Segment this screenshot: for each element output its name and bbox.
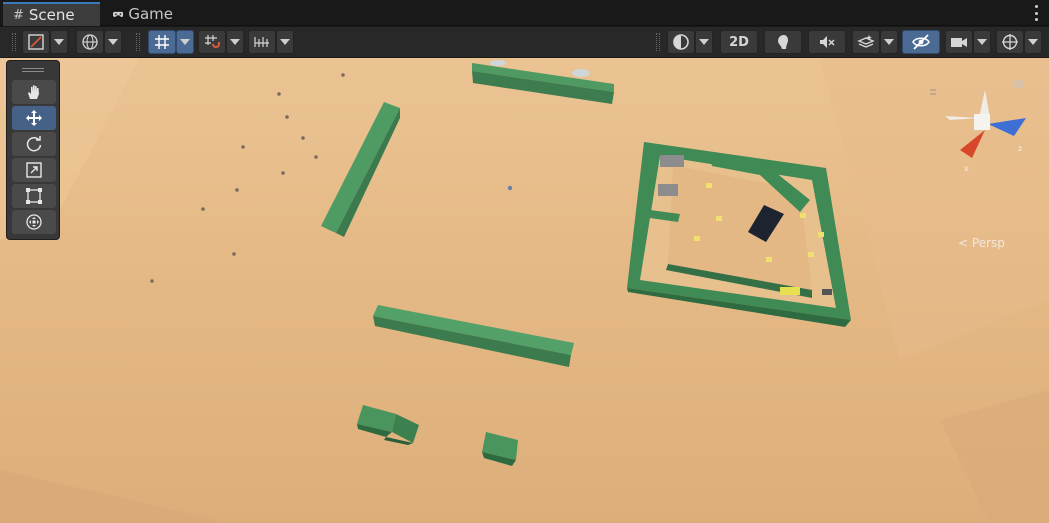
hand-icon xyxy=(28,85,39,99)
camera-dropdown[interactable] xyxy=(973,30,991,54)
orientation-gizmo[interactable]: x z xyxy=(930,78,1040,198)
sphere-icon xyxy=(673,34,689,50)
global-local-button[interactable] xyxy=(76,30,104,54)
scale-tool-button[interactable] xyxy=(12,158,56,182)
axis-z-label: z xyxy=(1018,144,1022,153)
chevron-down-icon xyxy=(1028,39,1038,45)
rect-tool-button[interactable] xyxy=(12,184,56,208)
rect-transform-icon xyxy=(26,188,42,204)
gizmos-icon xyxy=(1002,34,1018,50)
rotate-icon xyxy=(26,136,42,152)
scale-icon xyxy=(26,162,42,178)
grid-snap-icon xyxy=(155,35,169,49)
chevron-down-icon xyxy=(884,39,894,45)
ruler-icon xyxy=(254,37,269,47)
lighting-icon xyxy=(778,35,788,49)
magnet-grid-icon xyxy=(205,35,220,48)
effects-dropdown[interactable] xyxy=(880,30,898,54)
effects-button[interactable] xyxy=(852,30,880,54)
scene-render[interactable] xyxy=(0,58,1049,523)
hand-tool-button[interactable] xyxy=(12,80,56,104)
axis-y-cone[interactable] xyxy=(979,90,990,118)
camera-icon xyxy=(951,38,967,47)
tool-palette xyxy=(6,60,60,240)
draw-mode-button[interactable] xyxy=(22,30,50,54)
chevron-down-icon xyxy=(977,39,987,45)
ruler-button[interactable] xyxy=(248,30,276,54)
effects-layers-icon xyxy=(857,35,875,48)
palette-drag-handle[interactable] xyxy=(11,65,55,75)
tab-scene[interactable]: # Scene xyxy=(3,2,100,26)
tab-game[interactable]: Game xyxy=(103,2,183,26)
transform-tool-button[interactable] xyxy=(12,210,56,234)
grid-snapping-dropdown[interactable] xyxy=(176,30,194,54)
tab-bar: # Scene Game xyxy=(0,0,1049,26)
scene-viewport[interactable]: x z < Persp xyxy=(0,58,1049,523)
increment-snap-dropdown[interactable] xyxy=(226,30,244,54)
grid-snapping-button[interactable] xyxy=(148,30,176,54)
shading-mode-dropdown[interactable] xyxy=(695,30,713,54)
toolbar-grip xyxy=(656,33,660,51)
more-options-icon[interactable] xyxy=(1033,5,1039,21)
gizmos-dropdown[interactable] xyxy=(1024,30,1042,54)
camera-button[interactable] xyxy=(945,30,973,54)
shading-mode-button[interactable] xyxy=(667,30,695,54)
tab-game-label: Game xyxy=(128,5,173,23)
lighting-toggle-button[interactable] xyxy=(764,30,802,54)
projection-label[interactable]: < Persp xyxy=(958,236,1005,250)
eye-hidden-icon xyxy=(912,34,930,50)
ruler-dropdown[interactable] xyxy=(276,30,294,54)
axis-neg-x-cone[interactable] xyxy=(945,116,979,120)
tab-scene-label: Scene xyxy=(28,6,75,24)
chevron-down-icon xyxy=(180,39,190,45)
chevron-down-icon xyxy=(54,39,64,45)
axis-z-cone[interactable] xyxy=(988,118,1026,136)
chevron-down-icon xyxy=(108,39,118,45)
scene-toolbar: 2D xyxy=(0,27,1049,58)
global-local-dropdown[interactable] xyxy=(104,30,122,54)
speaker-muted-icon xyxy=(820,36,835,48)
hash-icon: # xyxy=(13,7,24,23)
rotate-tool-button[interactable] xyxy=(12,132,56,156)
scene-visibility-button[interactable] xyxy=(902,30,940,54)
2d-toggle-button[interactable]: 2D xyxy=(720,30,758,54)
chevron-down-icon xyxy=(699,39,709,45)
axis-x-label: x xyxy=(964,164,969,173)
chevron-down-icon xyxy=(280,39,290,45)
toolbar-grip xyxy=(12,33,16,51)
gamepad-icon xyxy=(113,11,124,17)
gizmos-button[interactable] xyxy=(996,30,1024,54)
chevron-down-icon xyxy=(230,39,240,45)
draw-mode-dropdown[interactable] xyxy=(50,30,68,54)
audio-toggle-button[interactable] xyxy=(808,30,846,54)
increment-snap-button[interactable] xyxy=(198,30,226,54)
transform-icon xyxy=(26,214,42,230)
draw-mode-icon xyxy=(28,34,44,50)
move-tool-button[interactable] xyxy=(12,106,56,130)
axis-x-cone[interactable] xyxy=(960,130,985,158)
toolbar-grip xyxy=(136,33,140,51)
lock-icon[interactable] xyxy=(1014,80,1024,88)
globe-icon xyxy=(82,34,98,50)
move-icon xyxy=(26,110,42,126)
gizmo-center-cube[interactable] xyxy=(974,114,990,130)
